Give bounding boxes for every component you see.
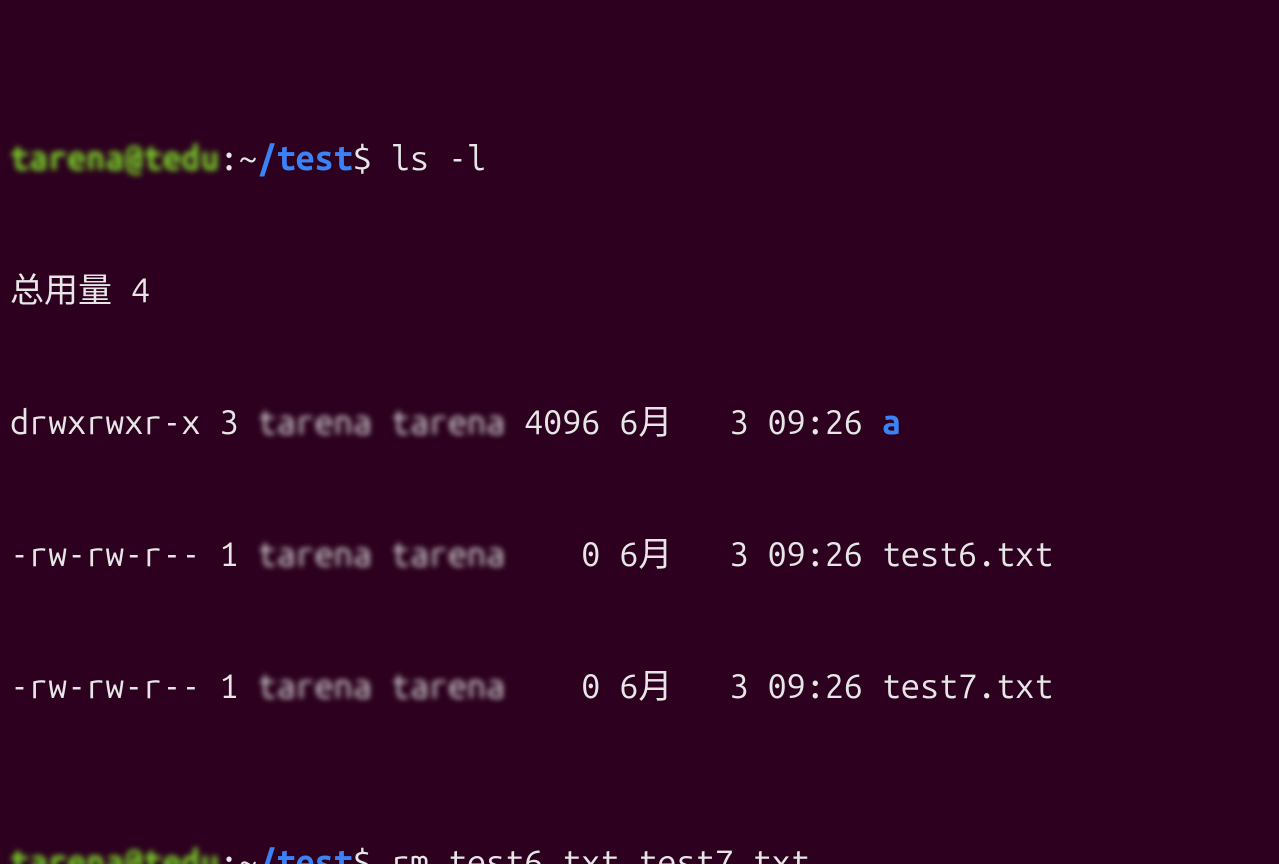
- ls-owner: tarena: [258, 400, 372, 444]
- terminal-output[interactable]: tarena@tedu:~/test$ ls -l 总用量 4 drwxrwxr…: [0, 0, 1279, 864]
- prompt-line: tarena@tedu:~/test$ rm test6.txt test7.t…: [10, 840, 1269, 864]
- prompt-line: tarena@tedu:~/test$ ls -l: [10, 136, 1269, 180]
- command-text: rm test6.txt test7.txt: [391, 843, 810, 864]
- prompt-user: tarena: [10, 139, 124, 177]
- ls-row: -rw-rw-r-- 1 tarena tarena 0 6月 3 09:26 …: [10, 664, 1269, 708]
- ls-group: tarena: [391, 400, 505, 444]
- ls-total: 总用量 4: [10, 268, 1269, 312]
- ls-name-dir: a: [882, 403, 901, 441]
- ls-owner: tarena: [258, 532, 372, 576]
- ls-name-file: test7.txt: [882, 667, 1053, 705]
- ls-name-file: test6.txt: [882, 535, 1053, 573]
- prompt-path: /test: [258, 139, 353, 177]
- command-text: ls -l: [391, 139, 486, 177]
- ls-row: -rw-rw-r-- 1 tarena tarena 0 6月 3 09:26 …: [10, 532, 1269, 576]
- ls-group: tarena: [391, 664, 505, 708]
- ls-row: drwxrwxr-x 3 tarena tarena 4096 6月 3 09:…: [10, 400, 1269, 444]
- prompt-symbol: $: [353, 139, 391, 177]
- at-symbol: @: [124, 139, 143, 177]
- ls-group: tarena: [391, 532, 505, 576]
- prompt-host: tedu: [143, 139, 219, 177]
- ls-owner: tarena: [258, 664, 372, 708]
